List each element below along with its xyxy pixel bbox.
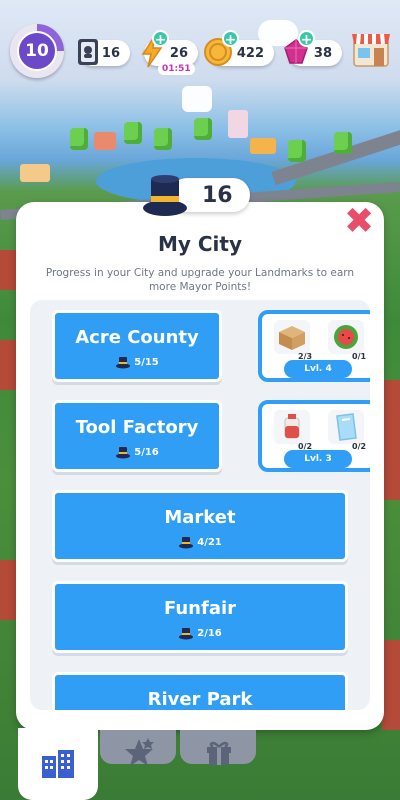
add-energy-button[interactable]: +	[152, 30, 169, 48]
add-coins-button[interactable]: +	[222, 30, 239, 48]
resource-count: 0/1	[352, 352, 367, 361]
shop-icon	[352, 33, 390, 67]
cardboard-box-icon	[274, 320, 310, 354]
landmark-card-tool-factory[interactable]: Tool Factory 5/16	[52, 400, 222, 472]
shop-button[interactable]	[350, 24, 392, 70]
tab-rewards[interactable]	[180, 730, 256, 765]
top-hud: 10 16 + 26 01:51 + 422 + 38	[0, 0, 400, 90]
landmark-name: Market	[164, 507, 236, 528]
landmark-progress: 5/16	[55, 445, 219, 459]
landmark-level: Lvl. 4	[284, 360, 352, 378]
landmark-level: Lvl. 3	[284, 450, 352, 468]
energy-value: 26	[169, 45, 188, 61]
landmark-card-river-park[interactable]: River Park	[52, 672, 348, 710]
landmark-card-funfair[interactable]: Funfair 2/16	[52, 581, 348, 653]
cards-counter[interactable]: 16	[78, 39, 130, 66]
tab-upgrades[interactable]	[100, 730, 176, 766]
card-icon	[72, 34, 104, 70]
landmark-upgrade-tool-factory[interactable]: 0/2 0/2 Lvl. 3	[258, 400, 370, 472]
coins-value: 422	[236, 45, 264, 61]
city-icon	[42, 750, 74, 778]
mayor-points-badge: 16	[140, 172, 250, 216]
landmark-name: Funfair	[163, 598, 237, 619]
gift-icon	[207, 741, 231, 765]
player-level-value: 10	[17, 31, 57, 71]
panel-title: My City	[157, 232, 243, 256]
landmark-progress: 4/21	[55, 535, 345, 549]
landmark-name: River Park	[147, 689, 253, 710]
top-hat-icon	[179, 628, 194, 640]
gems-counter[interactable]: + 38	[284, 30, 342, 66]
top-hat-icon	[116, 357, 131, 369]
top-hat-icon	[143, 175, 187, 216]
landmark-progress: 5/15	[55, 355, 219, 369]
watermelon-icon	[328, 320, 364, 354]
landmark-progress: 2/16	[55, 626, 345, 640]
landmark-list[interactable]: Acre County 5/15 2/3 0/1 Lvl. 4 Tool Fac…	[30, 300, 370, 710]
star-upgrade-icon	[125, 738, 154, 766]
gems-value: 38	[313, 45, 332, 61]
landmark-name: Acre County	[75, 327, 199, 348]
coins-counter[interactable]: + 422	[204, 30, 274, 66]
add-gems-button[interactable]: +	[298, 30, 315, 48]
tab-my-city[interactable]	[18, 728, 98, 800]
landmark-card-market[interactable]: Market 4/21	[52, 490, 348, 562]
energy-timer: 01:51	[158, 63, 195, 75]
top-hat-icon	[116, 447, 131, 459]
paint-bucket-icon	[274, 410, 310, 444]
landmark-name: Tool Factory	[75, 417, 199, 438]
landmark-upgrade-acre-county[interactable]: 2/3 0/1 Lvl. 4	[258, 310, 370, 382]
panel-subtitle: Progress in your City and upgrade your L…	[45, 267, 355, 293]
top-hat-icon	[179, 537, 194, 549]
resource-count: 0/2	[352, 442, 367, 451]
player-level-badge[interactable]: 10	[10, 24, 64, 78]
glass-pane-icon	[328, 410, 364, 444]
cards-value: 16	[101, 45, 120, 61]
landmark-card-acre-county[interactable]: Acre County 5/15	[52, 310, 222, 382]
